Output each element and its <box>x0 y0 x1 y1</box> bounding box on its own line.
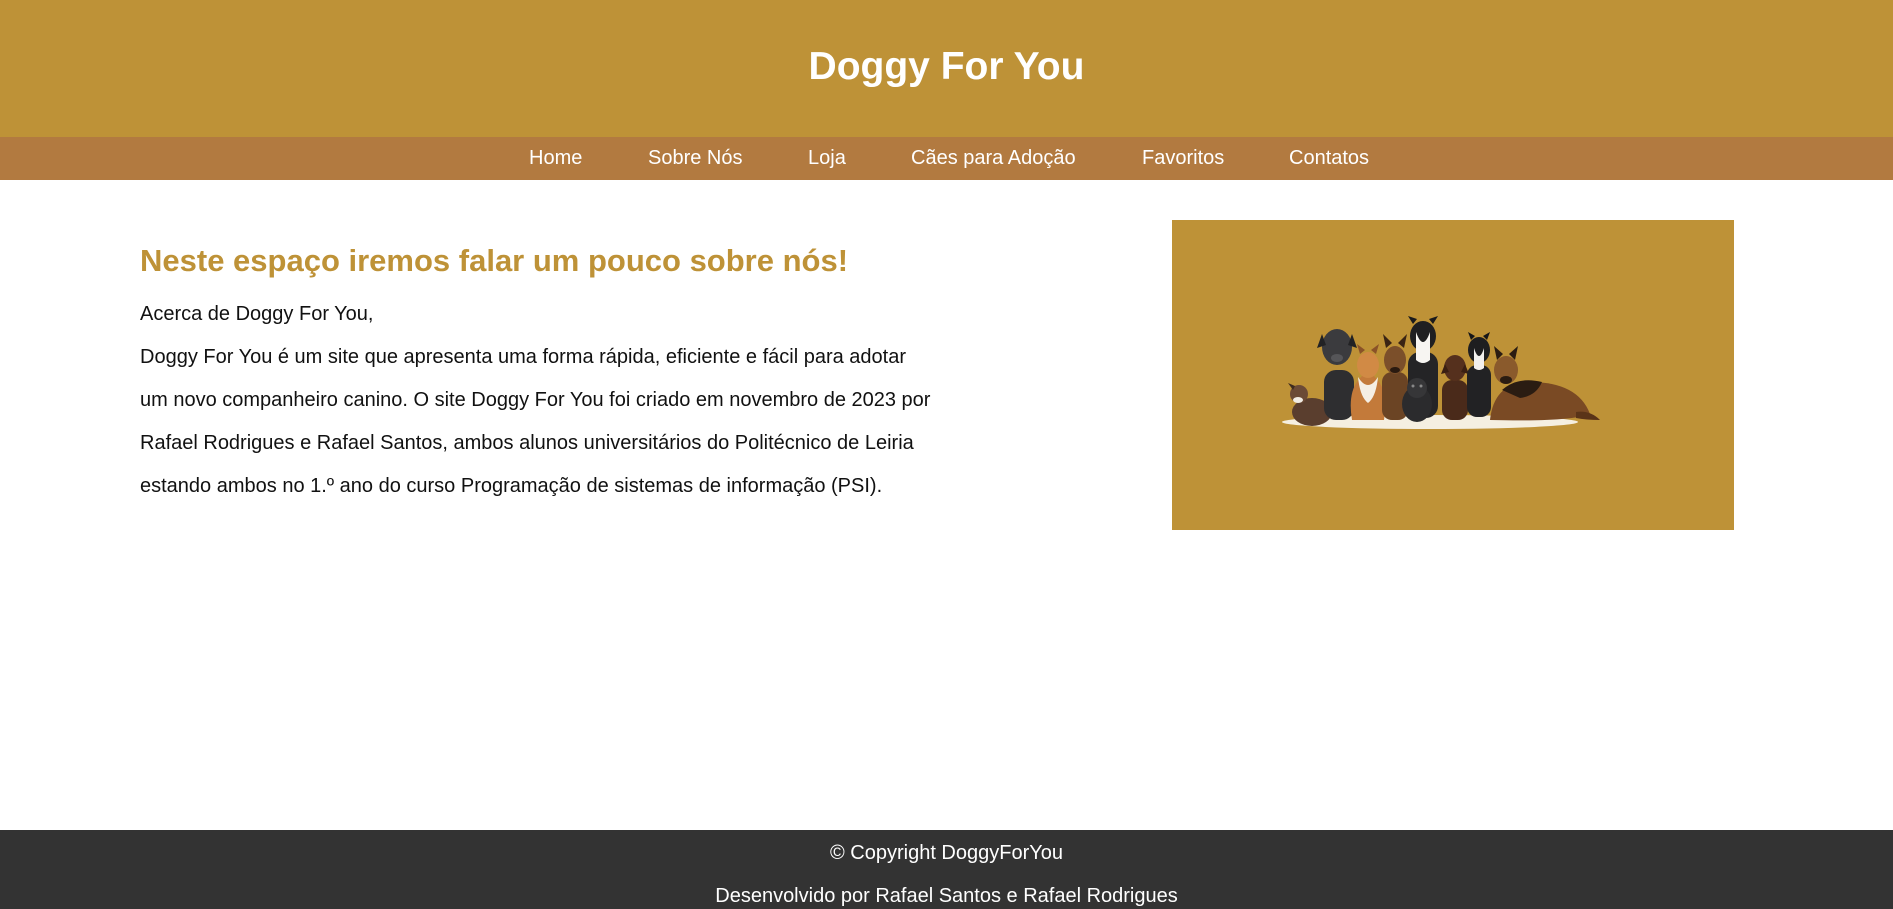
footer-copyright: © Copyright DoggyForYou <box>829 842 1063 864</box>
nav-link-caes-para-adocao[interactable]: Cães para Adoção <box>911 137 1076 180</box>
about-line: um novo companheiro canino. O site Doggy… <box>140 389 931 411</box>
main-nav: Home Sobre Nós Loja Cães para Adoção Fav… <box>0 137 1893 180</box>
site-title: Doggy For You <box>808 45 1085 88</box>
nav-link-contatos[interactable]: Contatos <box>1289 137 1369 180</box>
about-intro: Acerca de Doggy For You, <box>140 303 374 325</box>
footer-credits: Desenvolvido por Rafael Santos e Rafael … <box>715 885 1178 907</box>
site-footer: © Copyright DoggyForYou Desenvolvido por… <box>0 830 1893 909</box>
nav-link-loja[interactable]: Loja <box>808 137 846 180</box>
about-heading: Neste espaço iremos falar um pouco sobre… <box>140 243 849 278</box>
nav-link-sobre-nos[interactable]: Sobre Nós <box>648 137 743 180</box>
about-line: estando ambos no 1.º ano do curso Progra… <box>140 475 883 497</box>
about-line: Doggy For You é um site que apresenta um… <box>140 346 907 368</box>
nav-link-home[interactable]: Home <box>529 137 582 180</box>
dogs-illustration <box>1282 316 1600 429</box>
site-header: Doggy For You <box>0 0 1893 137</box>
dogs-picture <box>1172 220 1734 530</box>
about-line: Rafael Rodrigues e Rafael Santos, ambos … <box>140 432 914 454</box>
nav-link-favoritos[interactable]: Favoritos <box>1142 137 1224 180</box>
